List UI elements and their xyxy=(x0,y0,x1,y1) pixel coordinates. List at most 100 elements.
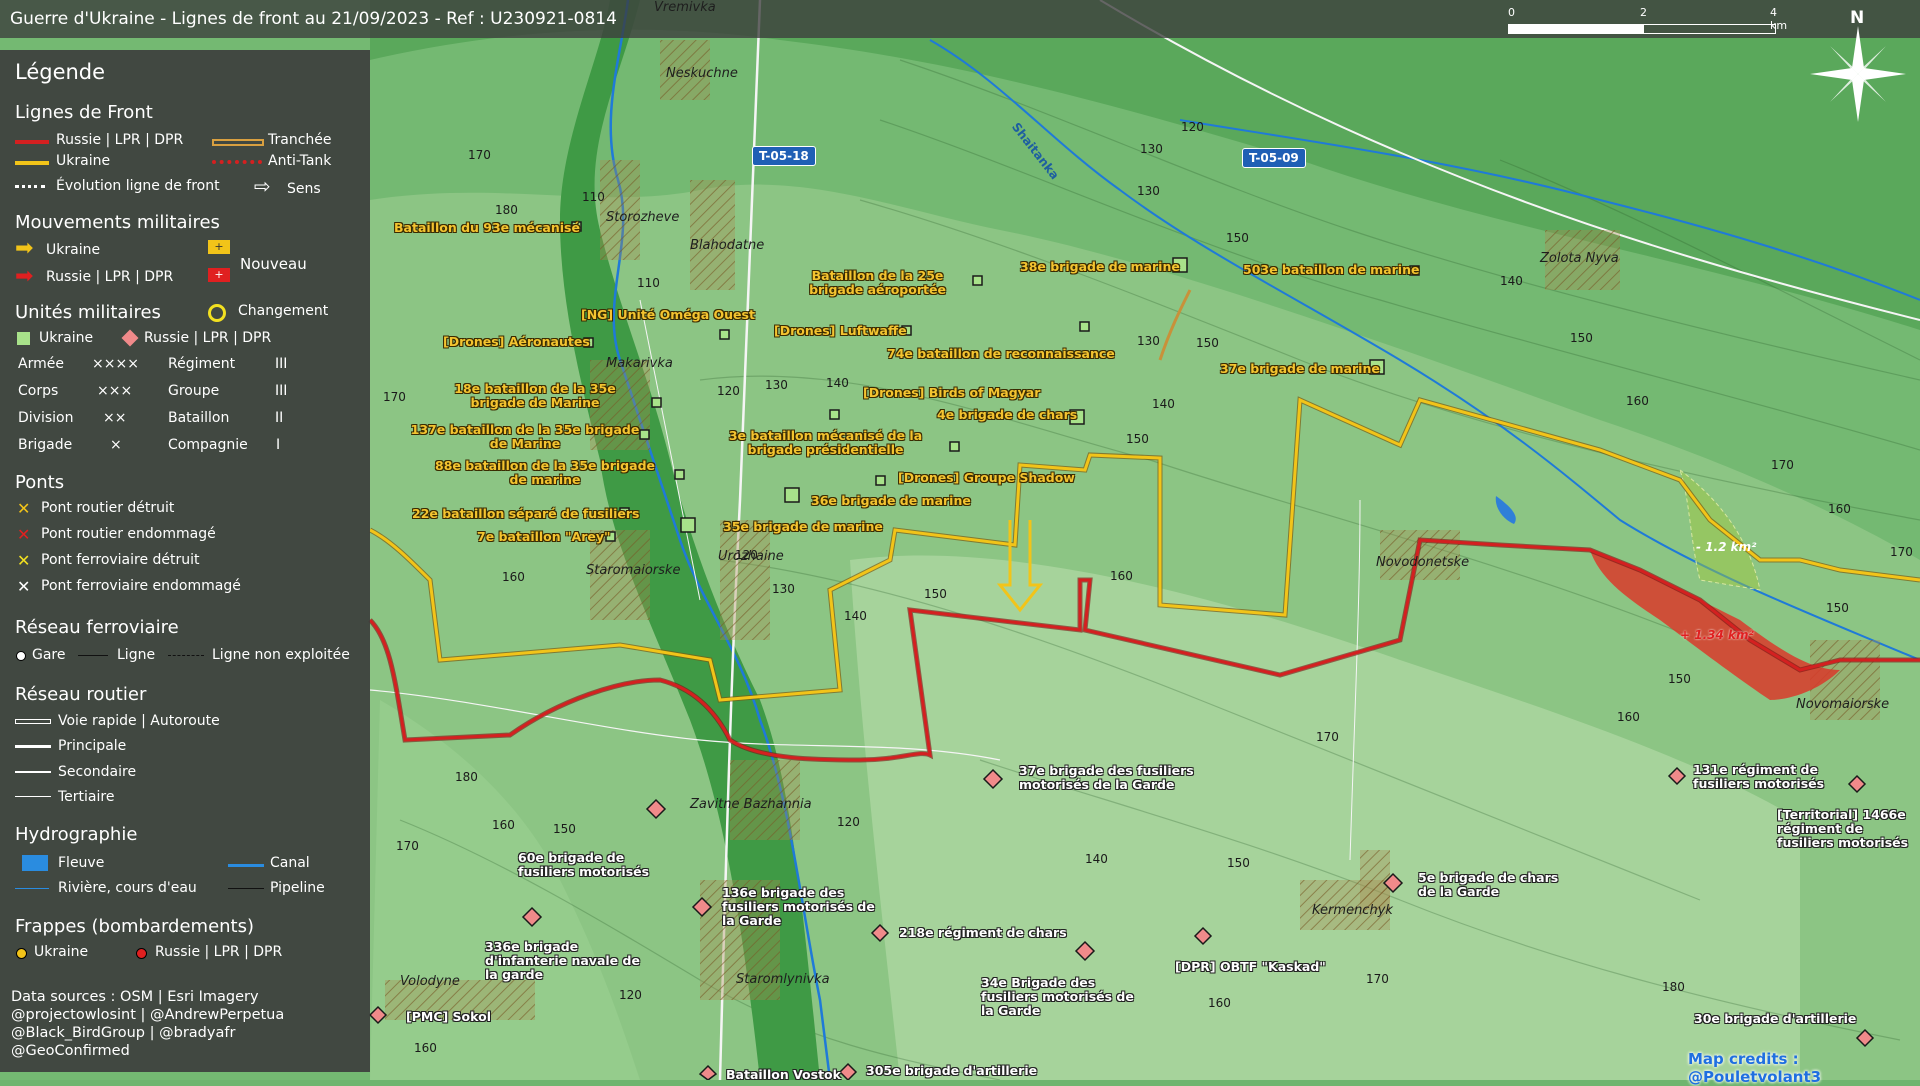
elevation-label: 170 xyxy=(396,839,419,853)
russia-unit-label[interactable]: [PMC] Sokol xyxy=(406,1010,491,1024)
data-credits: Data sources : OSM | Esri Imagery @proje… xyxy=(11,988,284,1060)
ukraine-unit-label[interactable]: Bataillon du 93e mécanisé xyxy=(394,221,580,235)
legend-front-evolution: Évolution ligne de front xyxy=(56,178,220,194)
russia-unit-label[interactable]: 60e brigade de fusiliers motorisés xyxy=(518,851,668,879)
legend-front-antitank: Anti-Tank xyxy=(268,153,332,169)
legend-hydro-heading: Hydrographie xyxy=(15,824,138,845)
elevation-label: 160 xyxy=(1828,502,1851,516)
legend-bridge-road-damaged: Pont routier endommagé xyxy=(41,526,216,542)
ukraine-unit-label[interactable]: 22e bataillon séparé de fusiliers xyxy=(412,507,640,521)
place-label: Blahodatne xyxy=(690,238,765,253)
legend-front-trench: Tranchée xyxy=(268,132,332,148)
ukraine-unit-label[interactable]: 3e bataillon mécanisé de la brigade prés… xyxy=(713,429,938,457)
legend-panel: Légende Lignes de Front Russie | LPR | D… xyxy=(0,50,370,1072)
russia-unit-label[interactable]: 218e régiment de chars xyxy=(899,926,1067,940)
russia-unit-label[interactable]: 34e Brigade des fusiliers motorisés de l… xyxy=(981,976,1141,1018)
elevation-label: 120 xyxy=(1181,120,1204,134)
unit-size-corps: Corps xyxy=(18,383,59,399)
ukraine-unit-label[interactable]: 38e brigade de marine xyxy=(1020,260,1180,274)
credit-line: Data sources : OSM | Esri Imagery xyxy=(11,989,259,1005)
ukraine-unit-label[interactable]: [Drones] Groupe Shadow xyxy=(898,471,1075,485)
credit-line: @Black_BirdGroup | @bradyafr xyxy=(11,1025,236,1041)
unit-size-army-symbol: ×××× xyxy=(92,356,139,372)
ukraine-unit-label[interactable]: 35e brigade de marine xyxy=(723,520,883,534)
legend-units-ukraine: Ukraine xyxy=(39,330,94,346)
place-label: Vremivka xyxy=(654,0,716,15)
ukraine-unit-square-icon xyxy=(17,332,30,345)
russia-unit-label[interactable]: 131e régiment de fusiliers motorisés xyxy=(1693,763,1833,791)
ukraine-unit-label[interactable]: 36e brigade de marine xyxy=(811,494,971,508)
legend-rail-station: Gare xyxy=(32,647,66,663)
legend-roads-heading: Réseau routier xyxy=(15,684,147,705)
place-label: Volodyne xyxy=(400,974,460,989)
elevation-label: 140 xyxy=(1152,397,1175,411)
ukraine-unit-label[interactable]: [Drones] Birds of Magyar xyxy=(863,386,1040,400)
place-label: Storozheve xyxy=(606,210,680,225)
road-bridge-destroyed-icon: ✕ xyxy=(17,499,31,518)
legend-road-tertiary: Tertiaire xyxy=(58,789,115,805)
legend-rail-line: Ligne xyxy=(117,647,156,663)
rail-bridge-damaged-icon: ✕ xyxy=(17,577,31,596)
river-swatch xyxy=(15,888,49,889)
place-label: Staromaiorske xyxy=(586,563,681,578)
elevation-label: 150 xyxy=(1227,856,1250,870)
legend-hydro-pipeline: Pipeline xyxy=(270,880,325,896)
elevation-label: 150 xyxy=(1570,331,1593,345)
ukraine-unit-label[interactable]: 4e brigade de chars xyxy=(937,408,1077,422)
ukraine-unit-label[interactable]: 503e bataillon de marine xyxy=(1243,263,1419,277)
elevation-label: 150 xyxy=(1826,601,1849,615)
elevation-label: 170 xyxy=(468,148,491,162)
strike-russia-dot-icon xyxy=(136,948,147,959)
legend-movement-new: Nouveau xyxy=(240,255,307,273)
ukraine-unit-label[interactable]: [Drones] Aéronautes xyxy=(443,335,590,349)
ukraine-unit-label[interactable]: 7e bataillon "Arey" xyxy=(477,530,611,544)
russia-unit-label[interactable]: [DPR] OBTF "Kaskad" xyxy=(1175,960,1326,974)
elevation-label: 130 xyxy=(1137,184,1160,198)
elevation-label: 150 xyxy=(1196,336,1219,350)
north-label: N xyxy=(1850,8,1865,28)
change-circle-icon xyxy=(208,304,226,322)
ukraine-unit-label[interactable]: 137e bataillon de la 35e brigade de Mari… xyxy=(410,423,640,451)
map-title: Guerre d'Ukraine - Lignes de front au 21… xyxy=(10,9,617,29)
elevation-label: 120 xyxy=(837,815,860,829)
ukraine-unit-label[interactable]: 74e bataillon de reconnaissance xyxy=(887,347,1115,361)
road-tertiary-swatch xyxy=(15,796,51,797)
place-label: Zolota Nyva xyxy=(1540,251,1619,266)
road-secondary-swatch xyxy=(15,771,51,773)
rail-unused-swatch xyxy=(168,655,204,656)
map-credit[interactable]: Map credits : @Pouletvolant3 xyxy=(1688,1050,1920,1086)
legend-front-heading: Lignes de Front xyxy=(15,102,153,123)
road-main-swatch xyxy=(15,745,51,748)
elevation-label: 140 xyxy=(826,376,849,390)
russia-unit-label[interactable]: 37e brigade des fusiliers motorisés de l… xyxy=(1019,764,1199,792)
place-label: Zavitne Bazhannia xyxy=(690,797,812,812)
legend-russia-line-swatch xyxy=(15,140,49,144)
elevation-label: 170 xyxy=(1890,545,1913,559)
ukraine-unit-label[interactable]: 18e bataillon de la 35e brigade de Marin… xyxy=(430,382,640,410)
russia-unit-label[interactable]: 5e brigade de chars de la Garde xyxy=(1418,871,1578,899)
elevation-label: 170 xyxy=(1316,730,1339,744)
legend-title: Légende xyxy=(15,60,106,84)
legend-antitank-swatch xyxy=(212,160,262,164)
elevation-label: 170 xyxy=(1771,458,1794,472)
russia-unit-label[interactable]: 305e brigade d'artillerie xyxy=(866,1064,1037,1078)
russia-unit-label[interactable]: 136e brigade des fusiliers motorisés de … xyxy=(722,886,877,928)
russia-unit-label[interactable]: 30e brigade d'artillerie xyxy=(1694,1012,1856,1026)
russia-unit-label[interactable]: [Territorial] 1466e régiment de fusilier… xyxy=(1777,808,1915,850)
station-dot-icon xyxy=(16,651,26,661)
ukraine-unit-label[interactable]: 37e brigade de marine xyxy=(1220,362,1380,376)
road-badge-t0509: T-05-09 xyxy=(1242,148,1306,168)
elevation-label: 120 xyxy=(619,988,642,1002)
unit-size-regiment-symbol: III xyxy=(275,356,288,372)
legend-hydro-fleuve: Fleuve xyxy=(58,855,105,871)
elevation-label: 180 xyxy=(495,203,518,217)
road-badge-t0518: T-05-18 xyxy=(752,146,816,166)
elevation-label: 130 xyxy=(765,378,788,392)
area-change-ukraine: - 1.2 km² xyxy=(1696,540,1757,554)
ukraine-unit-label[interactable]: [Drones] Luftwaffe xyxy=(774,324,907,338)
russia-unit-label[interactable]: 336e brigade d'infanterie navale de la g… xyxy=(485,940,645,982)
ukraine-unit-label[interactable]: 88e bataillon de la 35e brigade de marin… xyxy=(435,459,655,487)
new-russia-arrow-icon: + xyxy=(208,268,230,282)
ukraine-unit-label[interactable]: [NG] Unité Oméga Ouest xyxy=(581,308,755,322)
ukraine-unit-label[interactable]: Bataillon de la 25e brigade aéroportée xyxy=(795,269,960,297)
